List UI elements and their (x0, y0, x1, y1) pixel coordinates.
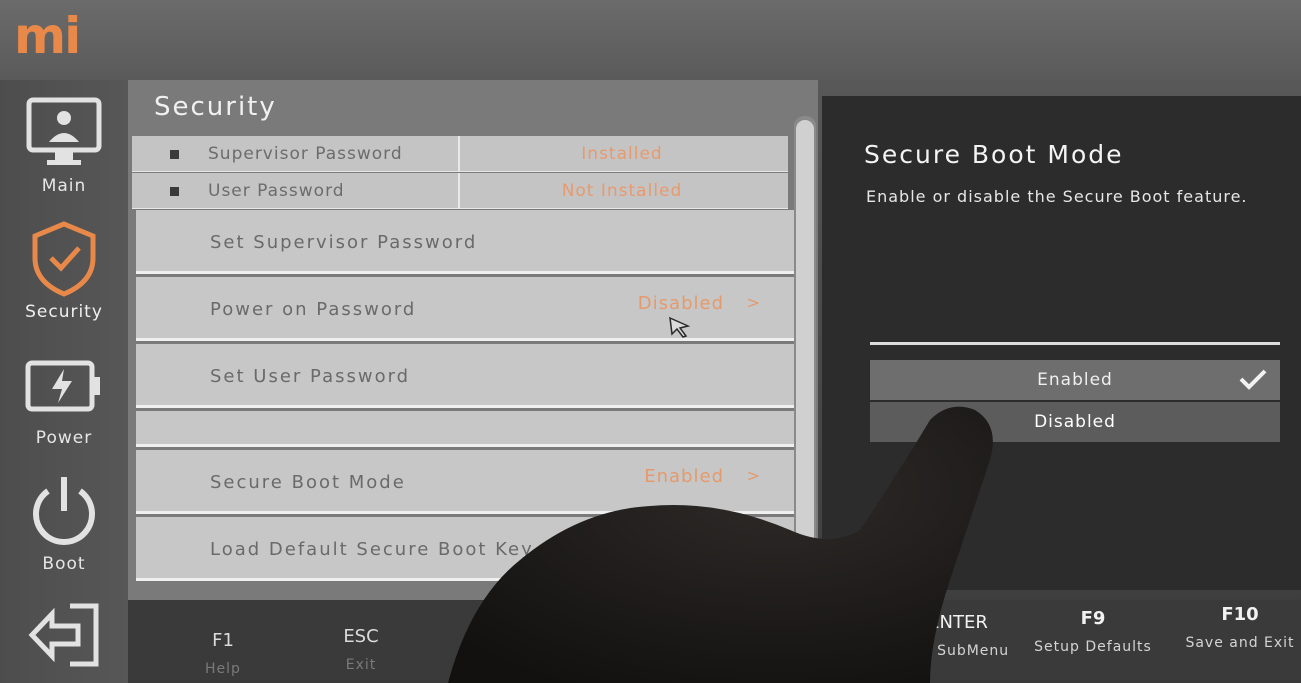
chevron-right-icon: > (746, 293, 760, 312)
status-label: Supervisor Password (208, 144, 403, 164)
key-enter[interactable]: ENTER ect SubMenu (888, 612, 1028, 659)
sidebar-item-label: Boot (42, 554, 86, 574)
menu-item-secure-boot-mode[interactable]: Secure Boot Mode Enabled > (136, 450, 794, 514)
menu-item-load-default-secure-boot-key[interactable]: Load Default Secure Boot Key (136, 517, 794, 581)
option-enabled[interactable]: Enabled (870, 360, 1280, 400)
help-title: Secure Boot Mode (864, 140, 1124, 169)
key-label: ENTER (928, 612, 988, 633)
menu-item-value: Disabled (637, 293, 724, 314)
key-arrow-up[interactable]: ↑ (454, 622, 494, 643)
status-row-user-password: User Password Not Installed (132, 173, 788, 209)
security-panel: Security Supervisor Password Installed U… (128, 80, 818, 620)
shield-check-icon (22, 220, 106, 298)
sidebar-item-label: Security (25, 302, 103, 322)
status-row-supervisor-password: Supervisor Password Installed (132, 136, 788, 172)
menu-item-label: Set User Password (210, 366, 411, 387)
menu-item-set-user-password[interactable]: Set User Password (136, 344, 794, 408)
divider (870, 342, 1280, 345)
sidebar-item-exit[interactable] (0, 596, 128, 683)
bullet-icon (170, 187, 179, 196)
option-disabled[interactable]: Disabled (870, 402, 1280, 442)
sidebar: Main Security Power Boot (0, 80, 128, 683)
key-description: Save and Exit (1185, 635, 1295, 651)
key-setup-defaults[interactable]: F9 Setup Defaults (1028, 608, 1158, 655)
arrow-up-icon: ↑ (466, 622, 482, 643)
menu-item-blank (136, 411, 794, 447)
menu-item-value: Enabled (644, 466, 724, 487)
key-help[interactable]: F1 Help (188, 630, 258, 677)
help-description: Enable or disable the Secure Boot featur… (866, 187, 1248, 206)
scrollbar-thumb[interactable] (796, 120, 814, 550)
key-label: F10 (1221, 604, 1259, 625)
status-value: Not Installed (561, 181, 683, 201)
scrollbar[interactable] (794, 116, 816, 556)
key-label: F9 (1080, 608, 1106, 629)
chevron-right-icon: > (746, 466, 760, 485)
option-label: Enabled (1037, 370, 1113, 390)
bullet-icon (170, 150, 179, 159)
mi-logo: mi (14, 7, 81, 65)
sidebar-item-power[interactable]: Power (0, 346, 128, 466)
menu-item-label: Load Default Secure Boot Key (210, 539, 534, 560)
column-divider (458, 136, 460, 172)
key-label: F1 (212, 630, 234, 651)
status-label: User Password (208, 181, 345, 201)
key-description: Setup Defaults (1034, 639, 1152, 655)
help-panel: Secure Boot Mode Enable or disable the S… (822, 96, 1301, 590)
menu-item-power-on-password[interactable]: Power on Password Disabled > (136, 277, 794, 341)
menu-item-label: Power on Password (210, 299, 417, 320)
column-divider (458, 173, 460, 209)
monitor-user-icon (22, 94, 106, 172)
mouse-cursor-icon (669, 316, 691, 338)
status-value: Installed (581, 144, 663, 164)
top-bar: mi (0, 0, 1301, 80)
bios-screen: mi Main Security Power Boot Security Sup… (0, 0, 1301, 683)
menu-item-set-supervisor-password[interactable]: Set Supervisor Password (136, 210, 794, 274)
key-save-and-exit[interactable]: F10 Save and Exit (1180, 604, 1300, 651)
option-label: Disabled (1034, 412, 1116, 432)
power-icon (22, 472, 106, 550)
key-description: Exit (345, 657, 377, 673)
menu-item-label: Set Supervisor Password (210, 232, 478, 253)
battery-bolt-icon (22, 346, 106, 424)
sidebar-item-security[interactable]: Security (0, 220, 128, 340)
check-icon (1239, 369, 1267, 390)
page-title: Security (154, 92, 277, 122)
key-description: ect SubMenu (906, 643, 1010, 659)
exit-arrow-icon (22, 596, 106, 674)
sidebar-item-main[interactable]: Main (0, 94, 128, 214)
key-description: Help (205, 661, 241, 677)
sidebar-item-label: Main (41, 176, 87, 196)
sidebar-item-label: Power (35, 428, 93, 448)
footer-keybar: F1 Help ESC Exit ↑ ENTER ect SubMenu F9 … (128, 600, 1301, 683)
key-label: ESC (343, 626, 379, 647)
sidebar-item-boot[interactable]: Boot (0, 472, 128, 592)
key-exit[interactable]: ESC Exit (326, 626, 396, 673)
menu-item-label: Secure Boot Mode (210, 472, 406, 493)
